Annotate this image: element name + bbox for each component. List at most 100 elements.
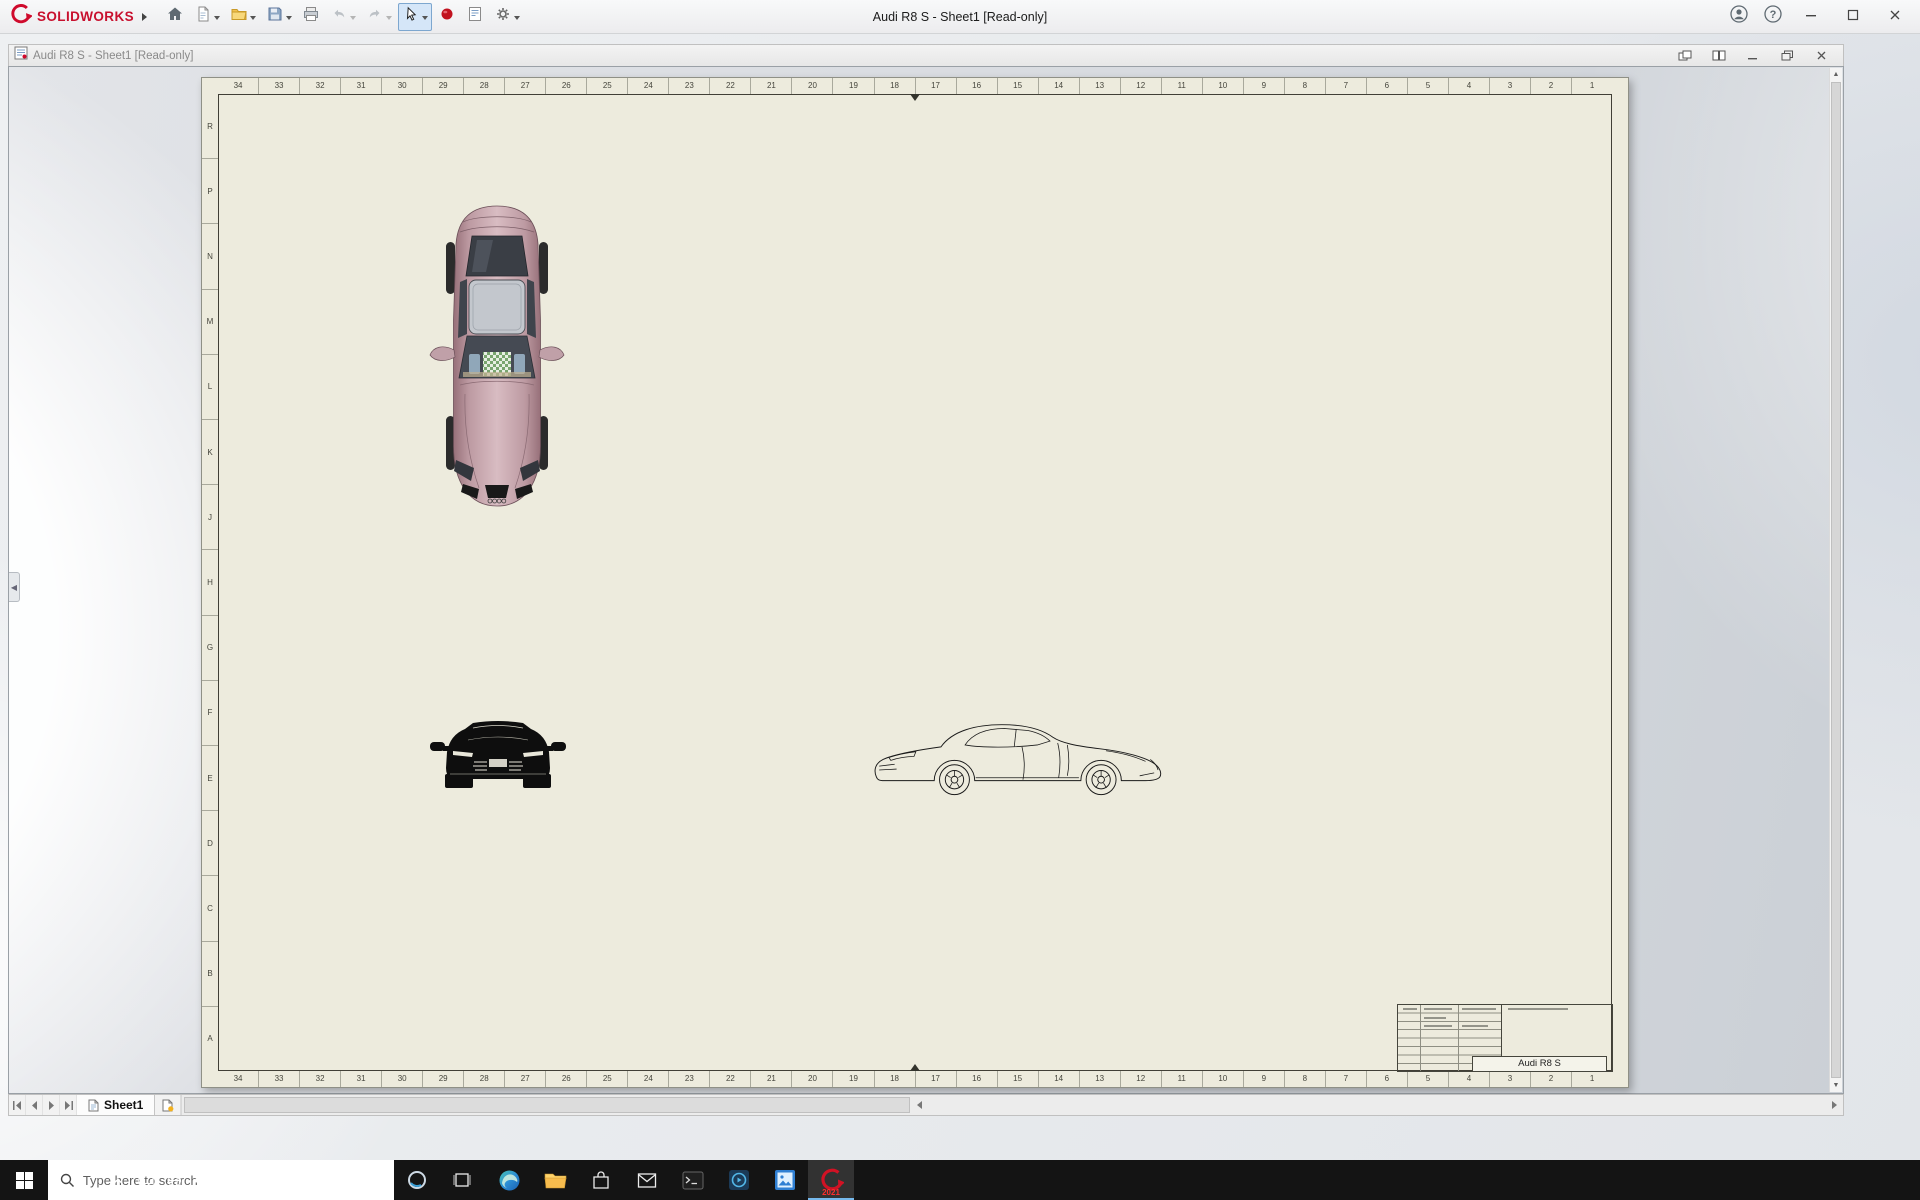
zone-label: 31	[341, 78, 383, 94]
sheet-tab-sheet1[interactable]: Sheet1	[77, 1095, 156, 1115]
zone-label: 29	[423, 1071, 465, 1087]
windows-logo-icon	[15, 1171, 33, 1189]
print-button[interactable]	[298, 3, 324, 31]
zone-label: 30	[382, 78, 424, 94]
scroll-down-button[interactable]: ▼	[1830, 1079, 1842, 1092]
maximize-button[interactable]	[1832, 0, 1874, 34]
zone-label: J	[202, 485, 218, 551]
help-icon: ?	[1763, 4, 1783, 29]
scroll-right-icon	[1831, 1101, 1837, 1109]
home-button[interactable]	[162, 3, 188, 31]
drawing-view-side[interactable]	[866, 716, 1178, 798]
zone-label: 5	[1408, 1071, 1449, 1087]
zone-label: 7	[1326, 1071, 1367, 1087]
zone-label: 26	[546, 78, 588, 94]
start-button[interactable]	[0, 1160, 48, 1200]
pdm-status-button[interactable]	[434, 3, 460, 31]
tray-expand-button[interactable]	[104, 1160, 132, 1200]
display-icon	[138, 1173, 154, 1187]
new-document-button[interactable]	[190, 3, 224, 31]
options-button[interactable]	[490, 3, 524, 31]
tray-display-button[interactable]	[132, 1160, 160, 1200]
zone-label: 18	[875, 78, 916, 94]
zone-label: 4	[1449, 78, 1490, 94]
zone-label: 11	[1162, 1071, 1203, 1087]
zone-label: 34	[218, 78, 260, 94]
horizontal-scrollbar[interactable]	[181, 1095, 1843, 1115]
tile-windows-icon	[1712, 50, 1726, 61]
add-sheet-button[interactable]	[155, 1095, 182, 1115]
tab-nav-prev-button[interactable]	[26, 1095, 43, 1115]
zone-label: 12	[1121, 1071, 1162, 1087]
zone-label: 13	[1080, 1071, 1121, 1087]
solidworks-logo[interactable]: SOLIDWORKS	[4, 2, 138, 31]
horizontal-scroll-thumb[interactable]	[184, 1097, 911, 1113]
doc-new-window-button[interactable]	[1674, 48, 1696, 64]
select-tool-caret-icon[interactable]	[422, 15, 428, 23]
undo-button[interactable]	[326, 3, 360, 31]
sheet-format-button[interactable]	[462, 3, 488, 31]
save-caret-icon[interactable]	[286, 15, 292, 23]
title-block[interactable]: Audi R8 S	[1397, 1004, 1613, 1072]
scroll-up-button[interactable]: ▲	[1830, 68, 1842, 81]
redo-button[interactable]	[362, 3, 396, 31]
taskbar-clock[interactable]: 9:11 AM 2/19/2021	[216, 1160, 304, 1200]
tab-nav-next-button[interactable]	[43, 1095, 60, 1115]
title-block-part-name: Audi R8 S	[1472, 1056, 1607, 1072]
zone-label: 21	[751, 1071, 793, 1087]
scroll-right-button[interactable]	[1827, 1097, 1841, 1113]
vertical-scrollbar[interactable]: ▲ ▼	[1829, 68, 1842, 1092]
new-document-caret-icon[interactable]	[214, 15, 220, 23]
tab-nav-last-button[interactable]	[60, 1095, 77, 1115]
close-button[interactable]	[1874, 0, 1916, 34]
undo-caret-icon[interactable]	[350, 15, 356, 23]
zone-label: 27	[505, 1071, 547, 1087]
zone-label: 23	[669, 78, 711, 94]
brand-label: SOLIDWORKS	[37, 9, 134, 24]
save-button[interactable]	[262, 3, 296, 31]
new-document-icon	[194, 5, 212, 28]
tab-nav-first-button[interactable]	[9, 1095, 26, 1115]
doc-minimize-button[interactable]	[1742, 48, 1764, 64]
minimize-button[interactable]	[1790, 0, 1832, 34]
vertical-scroll-thumb[interactable]	[1831, 82, 1841, 1078]
drawing-viewport[interactable]: 34 33 32 31 30 29 28 27 26 25 24 23 22 21 20 19 18 17 16 15…	[8, 66, 1844, 1094]
select-tool-button[interactable]	[398, 2, 432, 31]
zone-label: 33	[259, 1071, 301, 1087]
clock-time: 9:11 AM	[238, 1166, 282, 1180]
redo-caret-icon[interactable]	[386, 15, 392, 23]
scroll-left-button[interactable]	[912, 1097, 926, 1113]
drawing-sheet[interactable]: 34 33 32 31 30 29 28 27 26 25 24 23 22 21 20 19 18 17 16 15…	[201, 77, 1629, 1088]
zone-label: A	[207, 1034, 213, 1044]
tray-volume-button[interactable]	[188, 1160, 216, 1200]
zone-label: 9	[1244, 1071, 1285, 1087]
doc-close-button[interactable]	[1810, 48, 1832, 64]
options-caret-icon[interactable]	[514, 15, 520, 23]
drawing-view-top[interactable]	[427, 202, 567, 512]
zone-label: 34	[218, 1071, 260, 1087]
zone-label: B	[202, 942, 218, 1007]
notification-center-button[interactable]	[304, 1160, 348, 1200]
zone-label: 15	[998, 78, 1039, 94]
feature-panel-collapse-handle[interactable]: ◀	[9, 572, 20, 602]
drawing-view-front[interactable]	[428, 710, 568, 800]
zone-label: 2	[1531, 78, 1573, 94]
zone-label: H	[202, 550, 218, 616]
zone-label: 33	[259, 78, 301, 94]
tray-network-button[interactable]	[160, 1160, 188, 1200]
zone-label: M	[202, 290, 218, 355]
open-button[interactable]	[226, 3, 260, 31]
close-icon	[1889, 8, 1901, 26]
account-button[interactable]	[1722, 0, 1756, 34]
zone-label: 25	[587, 78, 629, 94]
doc-tile-button[interactable]	[1708, 48, 1730, 64]
open-caret-icon[interactable]	[250, 15, 256, 23]
doc-restore-button[interactable]	[1776, 48, 1798, 64]
help-button[interactable]: ?	[1756, 0, 1790, 34]
menu-expand-arrow-icon[interactable]	[142, 12, 151, 21]
prev-tab-icon	[31, 1100, 37, 1110]
zone-label: 22	[710, 78, 752, 94]
zone-label: 3	[1490, 78, 1531, 94]
zone-label: 24	[628, 78, 670, 94]
zone-label: N	[202, 224, 218, 290]
